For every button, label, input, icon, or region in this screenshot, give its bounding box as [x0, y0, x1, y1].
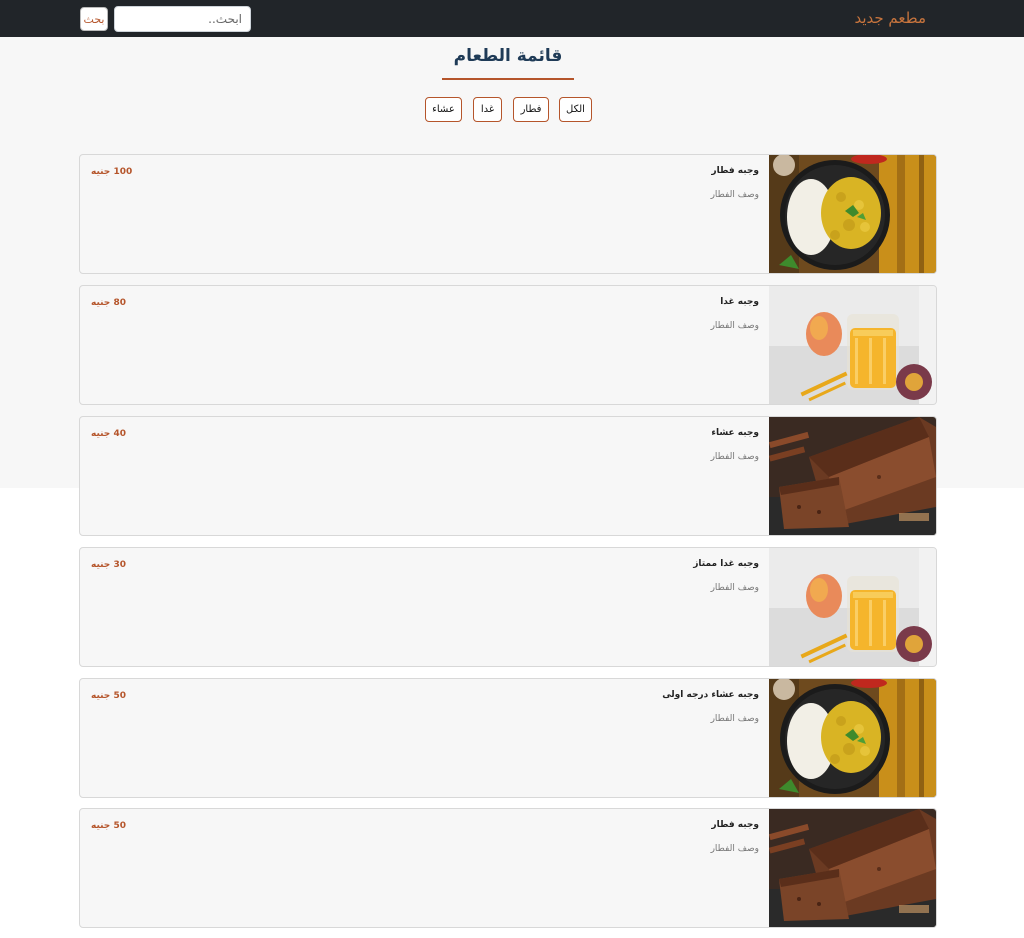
curry-rice-plate-image	[769, 679, 936, 797]
item-description: وصف الفطار	[710, 321, 759, 331]
item-description: وصف الفطار	[710, 844, 759, 854]
mango-juice-glass-image	[769, 286, 936, 404]
item-price: 30 جنيه	[91, 560, 126, 570]
title-underline	[442, 78, 574, 80]
chocolate-loaf-cake-image	[769, 809, 936, 927]
filter-breakfast-button[interactable]: فطار	[513, 97, 549, 122]
item-name: وجبه غدا	[720, 297, 759, 307]
page-title: قائمة الطعام	[453, 46, 563, 66]
mango-juice-glass-image	[769, 548, 936, 666]
item-price: 40 جنيه	[91, 429, 126, 439]
filter-lunch-button[interactable]: غدا	[473, 97, 502, 122]
item-name: وجبه عشاء درجه اولى	[662, 690, 759, 700]
item-price: 100 جنيه	[91, 167, 133, 177]
menu-item-card[interactable]: وجبه عشاء درجه اولى وصف الفطار 50 جنيه	[79, 678, 937, 798]
brand-link[interactable]: مطعم جديد	[854, 9, 926, 27]
item-name: وجبه عشاء	[711, 428, 759, 438]
item-description: وصف الفطار	[710, 452, 759, 462]
menu-item-card[interactable]: وجبه فطار وصف الفطار 50 جنيه	[79, 808, 937, 928]
search-input[interactable]	[114, 6, 251, 32]
menu-item-card[interactable]: وجبه غدا وصف الفطار 80 جنيه	[79, 285, 937, 405]
menu-item-card[interactable]: وجبه فطار وصف الفطار 100 جنيه	[79, 154, 937, 274]
curry-rice-plate-image	[769, 155, 936, 273]
filter-dinner-button[interactable]: عشاء	[425, 97, 462, 122]
navbar: مطعم جديد بحث	[0, 0, 1024, 37]
item-price: 50 جنيه	[91, 821, 126, 831]
filter-all-button[interactable]: الكل	[559, 97, 592, 122]
item-name: وجبه فطار	[711, 166, 759, 176]
item-description: وصف الفطار	[710, 583, 759, 593]
item-description: وصف الفطار	[710, 714, 759, 724]
item-price: 50 جنيه	[91, 691, 126, 701]
chocolate-loaf-cake-image	[769, 417, 936, 535]
item-name: وجبه غدا ممتاز	[693, 559, 759, 569]
item-price: 80 جنيه	[91, 298, 126, 308]
menu-item-card[interactable]: وجبه غدا ممتاز وصف الفطار 30 جنيه	[79, 547, 937, 667]
category-filters: الكل فطار غدا عشاء	[0, 97, 1024, 123]
item-description: وصف الفطار	[710, 190, 759, 200]
search-button[interactable]: بحث	[80, 7, 108, 31]
menu-item-card[interactable]: وجبه عشاء وصف الفطار 40 جنيه	[79, 416, 937, 536]
item-name: وجبه فطار	[711, 820, 759, 830]
